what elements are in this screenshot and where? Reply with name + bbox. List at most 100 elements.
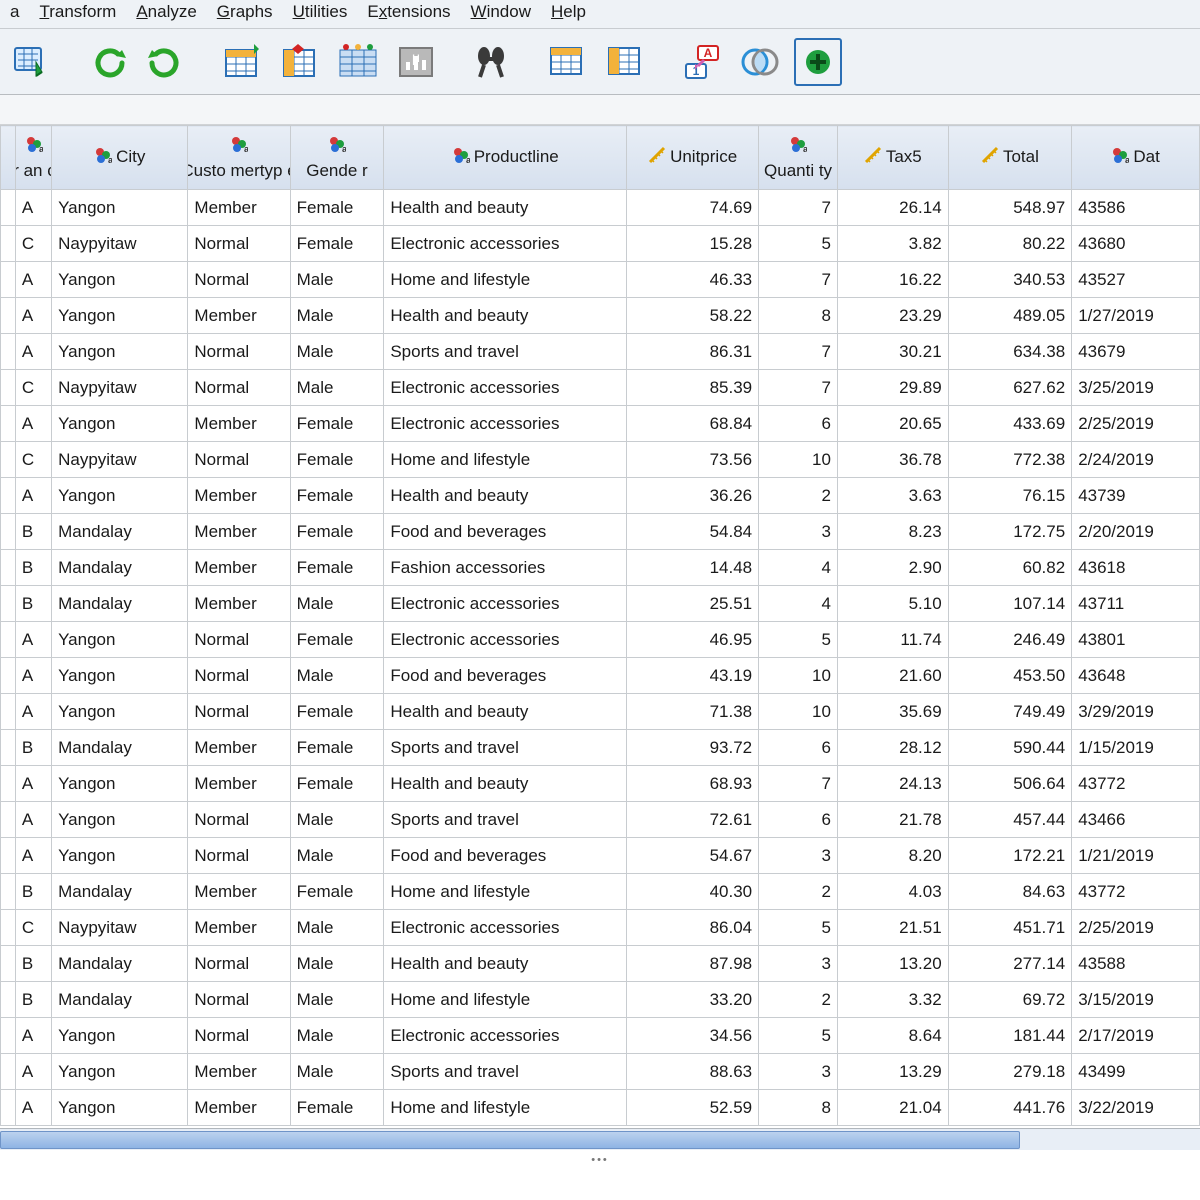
menu-item-window[interactable]: Window: [471, 2, 531, 22]
cell-gender[interactable]: Male: [290, 658, 384, 694]
cell-qty[interactable]: 2: [759, 982, 838, 1018]
cell-date[interactable]: 3/15/2019: [1072, 982, 1200, 1018]
cell-unitprice[interactable]: 46.33: [627, 262, 759, 298]
cell-stub[interactable]: [1, 730, 16, 766]
cell-product[interactable]: Health and beauty: [384, 694, 627, 730]
cell-qty[interactable]: 5: [759, 910, 838, 946]
cell-unitprice[interactable]: 86.04: [627, 910, 759, 946]
cell-custtype[interactable]: Member: [188, 190, 290, 226]
cell-date[interactable]: 3/25/2019: [1072, 370, 1200, 406]
find-icon[interactable]: [468, 38, 516, 86]
cell-unitprice[interactable]: 71.38: [627, 694, 759, 730]
cell-date[interactable]: 2/25/2019: [1072, 910, 1200, 946]
cell-branch[interactable]: B: [15, 946, 51, 982]
cell-tax[interactable]: 13.29: [837, 1054, 948, 1090]
cell-custtype[interactable]: Normal: [188, 946, 290, 982]
cell-stub[interactable]: [1, 298, 16, 334]
cell-city[interactable]: Yangon: [52, 406, 188, 442]
cell-branch[interactable]: A: [15, 622, 51, 658]
cell-date[interactable]: 3/29/2019: [1072, 694, 1200, 730]
cell-product[interactable]: Sports and travel: [384, 730, 627, 766]
column-header-stub[interactable]: [1, 126, 16, 190]
table-row[interactable]: AYangonNormalMaleSports and travel72.616…: [1, 802, 1200, 838]
cell-total[interactable]: 84.63: [948, 874, 1072, 910]
cell-gender[interactable]: Male: [290, 802, 384, 838]
table-row[interactable]: BMandalayMemberFemaleFood and beverages5…: [1, 514, 1200, 550]
cell-date[interactable]: 43527: [1072, 262, 1200, 298]
cell-qty[interactable]: 3: [759, 514, 838, 550]
cell-date[interactable]: 43586: [1072, 190, 1200, 226]
cell-city[interactable]: Yangon: [52, 478, 188, 514]
cell-tax[interactable]: 26.14: [837, 190, 948, 226]
cell-qty[interactable]: 6: [759, 730, 838, 766]
cell-city[interactable]: Naypyitaw: [52, 442, 188, 478]
cell-stub[interactable]: [1, 946, 16, 982]
cell-qty[interactable]: 2: [759, 874, 838, 910]
cell-city[interactable]: Yangon: [52, 802, 188, 838]
descriptives-icon[interactable]: μ: [392, 38, 440, 86]
header-row[interactable]: aBr an chaCityaCusto mertyp eaGende raPr…: [1, 126, 1200, 190]
table-row[interactable]: AYangonNormalMaleSports and travel86.317…: [1, 334, 1200, 370]
cell-unitprice[interactable]: 33.20: [627, 982, 759, 1018]
cell-unitprice[interactable]: 74.69: [627, 190, 759, 226]
cell-qty[interactable]: 5: [759, 226, 838, 262]
cell-qty[interactable]: 10: [759, 658, 838, 694]
cell-date[interactable]: 2/20/2019: [1072, 514, 1200, 550]
cell-stub[interactable]: [1, 262, 16, 298]
goto-variable-icon[interactable]: [276, 38, 324, 86]
column-header-branch[interactable]: aBr an ch: [15, 126, 51, 190]
cell-date[interactable]: 1/15/2019: [1072, 730, 1200, 766]
cell-date[interactable]: 1/27/2019: [1072, 298, 1200, 334]
table-row[interactable]: AYangonMemberFemaleElectronic accessorie…: [1, 406, 1200, 442]
cell-date[interactable]: 43618: [1072, 550, 1200, 586]
table-row[interactable]: AYangonMemberMaleHealth and beauty58.228…: [1, 298, 1200, 334]
cell-tax[interactable]: 2.90: [837, 550, 948, 586]
cell-total[interactable]: 172.21: [948, 838, 1072, 874]
cell-tax[interactable]: 21.04: [837, 1090, 948, 1126]
cell-qty[interactable]: 7: [759, 190, 838, 226]
cell-gender[interactable]: Male: [290, 298, 384, 334]
cell-city[interactable]: Yangon: [52, 262, 188, 298]
cell-city[interactable]: Mandalay: [52, 946, 188, 982]
cell-gender[interactable]: Female: [290, 730, 384, 766]
table-row[interactable]: CNaypyitawNormalFemaleHome and lifestyle…: [1, 442, 1200, 478]
cell-tax[interactable]: 8.23: [837, 514, 948, 550]
cell-branch[interactable]: A: [15, 658, 51, 694]
column-header-gender[interactable]: aGende r: [290, 126, 384, 190]
cell-tax[interactable]: 21.51: [837, 910, 948, 946]
cell-custtype[interactable]: Normal: [188, 622, 290, 658]
variables-icon[interactable]: [334, 38, 382, 86]
cell-date[interactable]: 1/21/2019: [1072, 838, 1200, 874]
cell-qty[interactable]: 3: [759, 946, 838, 982]
cell-unitprice[interactable]: 87.98: [627, 946, 759, 982]
cell-custtype[interactable]: Member: [188, 478, 290, 514]
cell-city[interactable]: Yangon: [52, 658, 188, 694]
cell-city[interactable]: Yangon: [52, 1018, 188, 1054]
cell-stub[interactable]: [1, 226, 16, 262]
column-header-city[interactable]: aCity: [52, 126, 188, 190]
cell-stub[interactable]: [1, 658, 16, 694]
cell-city[interactable]: Mandalay: [52, 982, 188, 1018]
cell-unitprice[interactable]: 58.22: [627, 298, 759, 334]
cell-tax[interactable]: 11.74: [837, 622, 948, 658]
cell-qty[interactable]: 7: [759, 766, 838, 802]
table-row[interactable]: AYangonNormalMaleFood and beverages54.67…: [1, 838, 1200, 874]
cell-tax[interactable]: 3.82: [837, 226, 948, 262]
cell-total[interactable]: 627.62: [948, 370, 1072, 406]
cell-custtype[interactable]: Member: [188, 730, 290, 766]
cell-date[interactable]: 43711: [1072, 586, 1200, 622]
cell-tax[interactable]: 13.20: [837, 946, 948, 982]
redo-icon[interactable]: [142, 38, 190, 86]
cell-gender[interactable]: Male: [290, 982, 384, 1018]
table-row[interactable]: BMandalayNormalMaleHealth and beauty87.9…: [1, 946, 1200, 982]
menu-item-extensions[interactable]: Extensions: [367, 2, 450, 22]
cell-product[interactable]: Electronic accessories: [384, 1018, 627, 1054]
table-row[interactable]: AYangonMemberFemaleHealth and beauty68.9…: [1, 766, 1200, 802]
cell-date[interactable]: 2/24/2019: [1072, 442, 1200, 478]
cell-total[interactable]: 451.71: [948, 910, 1072, 946]
cell-qty[interactable]: 10: [759, 442, 838, 478]
cell-gender[interactable]: Female: [290, 514, 384, 550]
cell-branch[interactable]: A: [15, 334, 51, 370]
cell-date[interactable]: 2/25/2019: [1072, 406, 1200, 442]
table-row[interactable]: AYangonNormalFemaleElectronic accessorie…: [1, 622, 1200, 658]
